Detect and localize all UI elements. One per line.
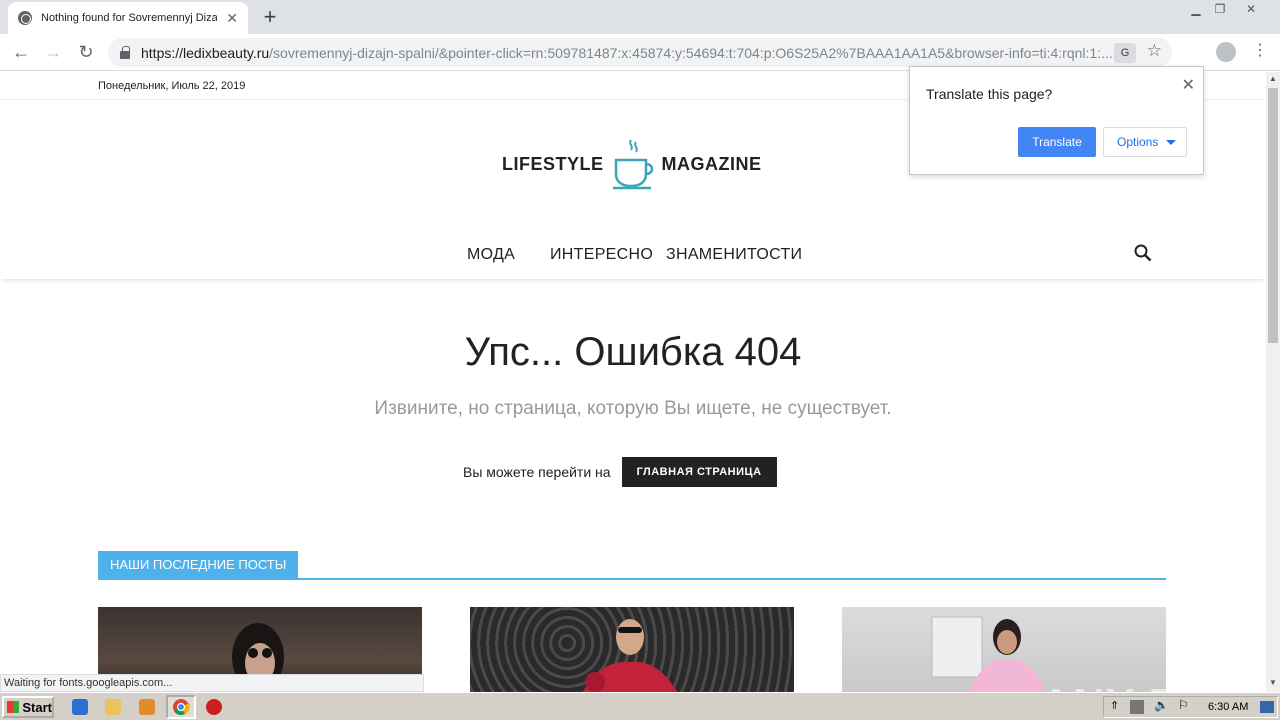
post-image-2 xyxy=(582,619,678,692)
popup-close-icon[interactable]: ✕ xyxy=(1182,75,1195,95)
nav-item-znamenitosti[interactable]: ЗНАМЕНИТОСТИ xyxy=(666,246,802,264)
tab-close-icon[interactable]: ✕ xyxy=(226,10,238,27)
posts-heading: НАШИ ПОСЛЕДНИЕ ПОСТЫ xyxy=(98,551,299,578)
desktop-icon[interactable] xyxy=(1260,701,1274,713)
logo-right-text: MAGAZINE xyxy=(661,153,762,174)
site-logo[interactable]: LIFESTYLE MAGAZINE xyxy=(502,138,762,190)
menu-icon[interactable]: ⋮ xyxy=(1252,40,1268,60)
start-button[interactable]: Start xyxy=(2,696,54,718)
search-icon[interactable] xyxy=(1134,244,1152,262)
goto-text: Вы можете перейти на xyxy=(463,464,611,480)
error-subtitle: Извините, но страница, которую Вы ищете,… xyxy=(374,398,892,419)
options-button[interactable]: Options xyxy=(1103,127,1187,157)
date-text: Понедельник, Июль 22, 2019 xyxy=(98,80,246,92)
tab-title: Nothing found for Sovremennyj Dizajn xyxy=(41,12,217,24)
chrome-icon xyxy=(173,699,190,716)
posts-heading-bar: НАШИ ПОСЛЕДНИЕ ПОСТЫ xyxy=(98,551,1166,580)
browser-tab[interactable]: Nothing found for Sovremennyj Dizajn ✕ xyxy=(8,2,248,34)
globe-icon xyxy=(18,11,32,25)
url-path: /sovremennyj-dizajn-spalni/&pointer-clic… xyxy=(269,44,1113,61)
forward-icon[interactable]: → xyxy=(40,40,66,66)
bookmark-star-icon[interactable]: ☆ xyxy=(1147,41,1162,61)
minimize-icon[interactable]: ▁ xyxy=(1183,0,1209,20)
coffee-cup-icon xyxy=(612,139,653,190)
scroll-down-icon[interactable]: ▼ xyxy=(1269,678,1277,687)
address-bar[interactable]: https://ledixbeauty.ru/sovremennyj-dizaj… xyxy=(108,38,1172,67)
flag-icon[interactable]: ⚐ xyxy=(1178,698,1189,712)
folder-icon[interactable] xyxy=(105,699,121,715)
translate-button[interactable]: Translate xyxy=(1018,127,1096,157)
tab-bar: Nothing found for Sovremennyj Dizajn ✕ +… xyxy=(0,0,1280,34)
nav-item-moda[interactable]: МОДА xyxy=(467,246,515,264)
goto-row: Вы можете перейти на ГЛАВНАЯ СТРАНИЦА xyxy=(463,457,777,487)
lock-icon xyxy=(120,45,130,59)
status-bar: Waiting for fonts.googleapis.com... xyxy=(0,674,424,692)
scroll-up-icon[interactable]: ▲ xyxy=(1269,74,1277,83)
watermark: ANY RUN xyxy=(1040,680,1247,692)
profile-avatar[interactable] xyxy=(1216,42,1236,62)
url-text[interactable]: https://ledixbeauty.ru/sovremennyj-dizaj… xyxy=(141,45,1131,61)
translate-popup-title: Translate this page? xyxy=(926,86,1053,102)
restore-icon[interactable]: ❐ xyxy=(1207,0,1233,20)
windows-flag-icon xyxy=(7,701,20,713)
home-page-button[interactable]: ГЛАВНАЯ СТРАНИЦА xyxy=(621,457,777,487)
system-tray: ⇑ 🔈 ⚐ xyxy=(1103,696,1278,718)
url-domain: https://ledixbeauty.ru xyxy=(141,44,270,61)
tray-arrow-icon[interactable]: ⇑ xyxy=(1110,699,1119,712)
translate-icon[interactable]: G xyxy=(1114,43,1136,63)
taskbar: Start ⇑ 🔈 ⚐ 6:30 AM xyxy=(0,692,1280,720)
new-tab-button[interactable]: + xyxy=(260,4,280,30)
scrollbar-thumb[interactable] xyxy=(1268,88,1278,343)
options-label: Options xyxy=(1117,135,1159,149)
error-title: Упс... Ошибка 404 xyxy=(464,330,802,374)
post-thumbnail-2[interactable] xyxy=(470,607,794,692)
start-label: Start xyxy=(22,699,52,715)
window-close-icon[interactable]: ✕ xyxy=(1238,0,1264,20)
ie-icon[interactable] xyxy=(72,699,88,715)
clock: 6:30 AM xyxy=(1208,701,1249,713)
chrome-taskbar-button[interactable] xyxy=(166,695,196,719)
nav-item-interesno[interactable]: ИНТЕРЕСНО xyxy=(550,246,653,264)
stop-icon[interactable] xyxy=(206,699,222,715)
main-nav: МОДА ИНТЕРЕСНО ЗНАМЕНИТОСТИ xyxy=(0,222,1266,279)
volume-icon[interactable]: 🔈 xyxy=(1154,698,1169,712)
media-player-icon[interactable] xyxy=(139,699,155,715)
network-icon[interactable] xyxy=(1130,700,1144,714)
back-icon[interactable]: ← xyxy=(8,40,34,66)
caret-down-icon xyxy=(1166,140,1176,145)
translate-popup: Translate this page? ✕ Translate Options xyxy=(909,66,1204,175)
vertical-scrollbar[interactable]: ▲ ▼ xyxy=(1266,72,1280,692)
reload-icon[interactable]: ↻ xyxy=(73,40,99,66)
logo-left-text: LIFESTYLE xyxy=(502,153,604,174)
